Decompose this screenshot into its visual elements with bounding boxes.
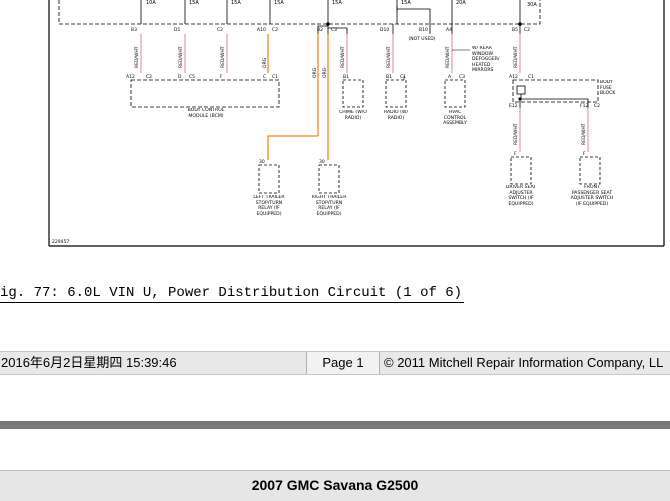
radio-pin: B1	[386, 74, 392, 80]
right-trailer-label: RIGHT TRAILER STOP/TURN RELAY (IF EQUIPP…	[311, 195, 347, 217]
wire-color-label: RED/WHT	[220, 46, 226, 68]
mirror-note: W/ REAR WINDOW DEFOGGER/ HEATED MIRRORS	[452, 46, 500, 74]
wire-color-label: RED/WHT	[340, 46, 346, 68]
radio-pin: C1	[400, 74, 406, 80]
bcm-pin: C2	[146, 74, 152, 80]
copyright-text: © 2011 Mitchell Repair Information Compa…	[384, 355, 664, 370]
bcm-pin: C5	[189, 74, 195, 80]
fuse-label: 15A	[274, 0, 284, 6]
passenger-seat-pin: F	[583, 151, 586, 157]
bcm-pin: D	[178, 74, 182, 80]
splice-dot	[518, 97, 522, 101]
page-footer: 2016年6月2日星期四 15:39:46 Page 1 © 2011 Mitc…	[0, 351, 670, 375]
connector-code: A10	[257, 27, 266, 33]
fuse-label: 15A	[332, 0, 342, 6]
wire-color-label: RED/WHT	[134, 46, 140, 68]
hvac-pin: A	[448, 74, 452, 80]
not-used-label: (NOT USED)	[408, 36, 435, 42]
connector-code: A4	[446, 27, 452, 33]
left-trailer-label: LEFT TRAILER STOP/TURN RELAY (IF EQUIPPE…	[253, 195, 285, 217]
connector-code: C2	[524, 27, 530, 33]
bcm-label: BODY CONTROL MODULE (BCM)	[187, 108, 225, 119]
bfb-pin: C2	[594, 103, 600, 109]
wire-color-label: ORG	[322, 67, 328, 78]
right-trailer-relay-box	[318, 164, 340, 194]
wire-color-label: RED/WHT	[445, 46, 451, 68]
connector-code: B5	[512, 27, 518, 33]
passenger-seat-switch-box	[579, 156, 601, 185]
figure-id: 229457	[52, 239, 69, 245]
figure-caption: ig. 77: 6.0L VIN U, Power Distribution C…	[0, 285, 465, 303]
wire-color-label: ORG	[312, 67, 318, 78]
bfb-pin: C1	[528, 74, 534, 80]
left-trailer-relay-box	[258, 164, 280, 194]
page-separator	[0, 421, 670, 429]
wire-color-label: RED/WHT	[386, 46, 392, 68]
radio-box	[385, 79, 407, 108]
wire-color-label: ORG	[262, 57, 268, 68]
fuse-label: 15A	[189, 0, 199, 6]
body-fuse-block-label: BODY FUSE BLOCK	[600, 80, 616, 97]
fuse-label: 30A	[527, 2, 537, 8]
bfb-pin: E12	[509, 103, 518, 109]
hvac-label: HVAC CONTROL ASSEMBLY	[443, 110, 467, 127]
connector-code: B3	[131, 27, 137, 33]
fuse-block-outline	[58, 0, 541, 25]
bfb-pin: F12	[580, 103, 588, 109]
passenger-seat-label: FRONT PASSENGER SEAT ADJUSTER SWITCH (IF…	[570, 185, 614, 207]
connector-code: B10	[419, 27, 428, 33]
wire-color-label: RED/WHT	[178, 46, 184, 68]
radio-label: RADIO (W/ RADIO)	[384, 110, 408, 121]
vehicle-title: 2007 GMC Savana G2500	[0, 470, 670, 501]
driver-seat-label: DRIVER SEAT ADJUSTER SWITCH (IF EQUIPPED…	[505, 185, 537, 207]
chime-label: CHIME (W/O RADIO)	[339, 110, 367, 121]
print-datetime: 2016年6月2日星期四 15:39:46	[1, 355, 177, 370]
driver-seat-pin: F	[514, 151, 517, 157]
wire-color-label: RED/WHT	[513, 123, 519, 145]
chime-box	[342, 79, 364, 108]
connector-code: C2	[217, 27, 223, 33]
right-trailer-pin: 30	[319, 159, 325, 165]
body-fuse-block-internals	[516, 85, 589, 108]
bfb-pin: A12	[509, 74, 518, 80]
hvac-pin: C3	[459, 74, 465, 80]
chime-pin: B1	[343, 74, 349, 80]
bcm-pin: C1	[272, 74, 278, 80]
wire-color-label: RED/WHT	[581, 123, 587, 145]
mirror-note-text: W/ REAR WINDOW DEFOGGER/ HEATED MIRRORS	[472, 46, 500, 74]
connector-code: C2	[272, 27, 278, 33]
fuse-label: 20A	[456, 0, 466, 6]
page-number: Page 1	[306, 352, 380, 374]
hvac-box	[444, 79, 466, 108]
bcm-pin: C	[263, 74, 266, 80]
fuse-label: 10A	[146, 0, 156, 6]
connector-code: D1	[174, 27, 180, 33]
bcm-pin: A12	[126, 74, 135, 80]
left-trailer-pin: 30	[259, 159, 265, 165]
fuse-label: 15A	[231, 0, 241, 6]
fuse-label: 15A	[401, 0, 411, 6]
wiring-diagram: 10A 15A 15A 15A 15A 15A 20A 30A B3 D1 C2…	[48, 0, 665, 247]
connector-code: D10	[380, 27, 389, 33]
driver-seat-switch-box	[510, 156, 532, 185]
bcm-box	[130, 79, 280, 108]
bcm-pin: F	[220, 74, 223, 80]
